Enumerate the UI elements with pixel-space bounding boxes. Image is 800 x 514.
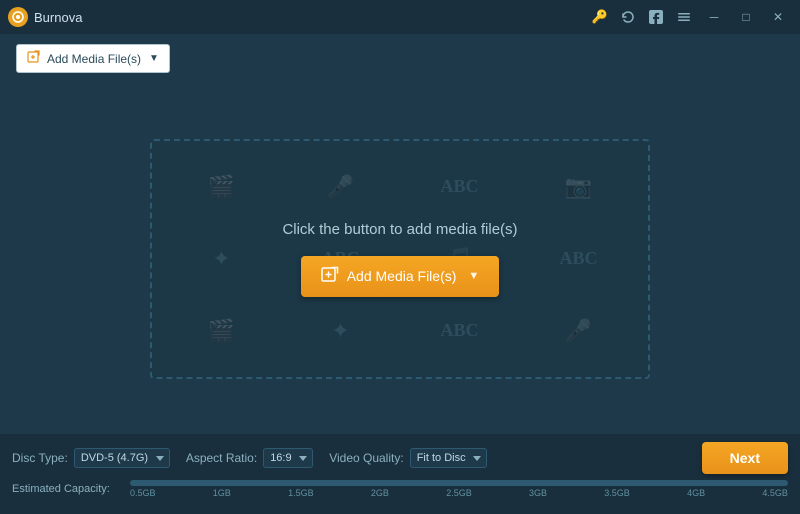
app-logo (8, 7, 28, 27)
tick-7: 4GB (687, 488, 705, 498)
bottom-bar: Disc Type: DVD-5 (4.7G) DVD-9 (8.5G) BD-… (0, 434, 800, 514)
add-media-center-icon (321, 266, 339, 287)
title-bar: Burnova 🔑 ─ □ ✕ (0, 0, 800, 34)
ghost-mic2-icon: 🎤 (565, 318, 592, 344)
tick-0: 0.5GB (130, 488, 156, 498)
aspect-ratio-select[interactable]: 16:9 4:3 (263, 448, 313, 468)
disc-type-group: Disc Type: DVD-5 (4.7G) DVD-9 (8.5G) BD-… (12, 448, 170, 468)
toolbar: Add Media File(s) ▼ (0, 34, 800, 83)
capacity-row: Estimated Capacity: 0.5GB 1GB 1.5GB 2GB … (12, 480, 788, 498)
minimize-button[interactable]: ─ (700, 7, 728, 27)
tick-2: 1.5GB (288, 488, 314, 498)
tick-5: 3GB (529, 488, 547, 498)
disc-type-select[interactable]: DVD-5 (4.7G) DVD-9 (8.5G) BD-25 (25G) BD… (74, 448, 170, 468)
aspect-ratio-group: Aspect Ratio: 16:9 4:3 (186, 448, 313, 468)
drop-zone[interactable]: 🎬 🎤 ABC 📷 ✦ ABC 🎵 ABC 🎬 ✦ ABC 🎤 Click th… (150, 139, 650, 379)
ghost-sparkle2-icon: ✦ (331, 318, 349, 344)
ghost-sparkle-icon: ✦ (212, 246, 230, 272)
ghost-abc2-icon: ABC (440, 320, 478, 341)
file-icon[interactable]: 🔑 (588, 7, 612, 27)
add-media-toolbar-button[interactable]: Add Media File(s) ▼ (16, 44, 170, 73)
title-left: Burnova (8, 7, 82, 27)
main-content: 🎬 🎤 ABC 📷 ✦ ABC 🎵 ABC 🎬 ✦ ABC 🎤 Click th… (0, 83, 800, 434)
capacity-bar-track (130, 480, 788, 486)
dropdown-arrow-white-icon: ▼ (468, 270, 479, 282)
settings-icon[interactable] (672, 7, 696, 27)
maximize-button[interactable]: □ (732, 7, 760, 27)
add-media-center-button[interactable]: Add Media File(s) ▼ (301, 256, 500, 297)
video-quality-select[interactable]: Fit to Disc High Medium Low (410, 448, 487, 468)
ghost-text-icon: ABC (440, 176, 478, 197)
ghost-text3-icon: ABC (559, 248, 597, 269)
tick-6: 3.5GB (604, 488, 630, 498)
add-media-toolbar-label: Add Media File(s) (47, 52, 141, 66)
refresh-icon[interactable] (616, 7, 640, 27)
dropdown-arrow-icon: ▼ (149, 53, 159, 64)
tick-8: 4.5GB (762, 488, 788, 498)
add-media-icon (27, 50, 41, 67)
drop-zone-prompt: Click the button to add media file(s) (282, 221, 517, 238)
tick-4: 2.5GB (446, 488, 472, 498)
next-button[interactable]: Next (702, 442, 788, 474)
tick-3: 2GB (371, 488, 389, 498)
capacity-label: Estimated Capacity: (12, 483, 122, 495)
tick-1: 1GB (213, 488, 231, 498)
ghost-camera-icon: 📷 (565, 174, 592, 200)
ghost-film-icon: 🎬 (208, 174, 235, 200)
title-controls: 🔑 ─ □ ✕ (588, 7, 792, 27)
close-button[interactable]: ✕ (764, 7, 792, 27)
app-title: Burnova (34, 10, 82, 25)
bottom-controls: Disc Type: DVD-5 (4.7G) DVD-9 (8.5G) BD-… (12, 442, 788, 474)
capacity-bar-container: 0.5GB 1GB 1.5GB 2GB 2.5GB 3GB 3.5GB 4GB … (130, 480, 788, 498)
capacity-ticks: 0.5GB 1GB 1.5GB 2GB 2.5GB 3GB 3.5GB 4GB … (130, 488, 788, 498)
aspect-ratio-label: Aspect Ratio: (186, 451, 257, 465)
disc-type-label: Disc Type: (12, 451, 68, 465)
video-quality-label: Video Quality: (329, 451, 404, 465)
add-media-center-label: Add Media File(s) (347, 268, 457, 284)
ghost-film2-icon: 🎬 (208, 318, 235, 344)
video-quality-group: Video Quality: Fit to Disc High Medium L… (329, 448, 487, 468)
ghost-mic-icon: 🎤 (327, 174, 354, 200)
facebook-icon[interactable] (644, 7, 668, 27)
